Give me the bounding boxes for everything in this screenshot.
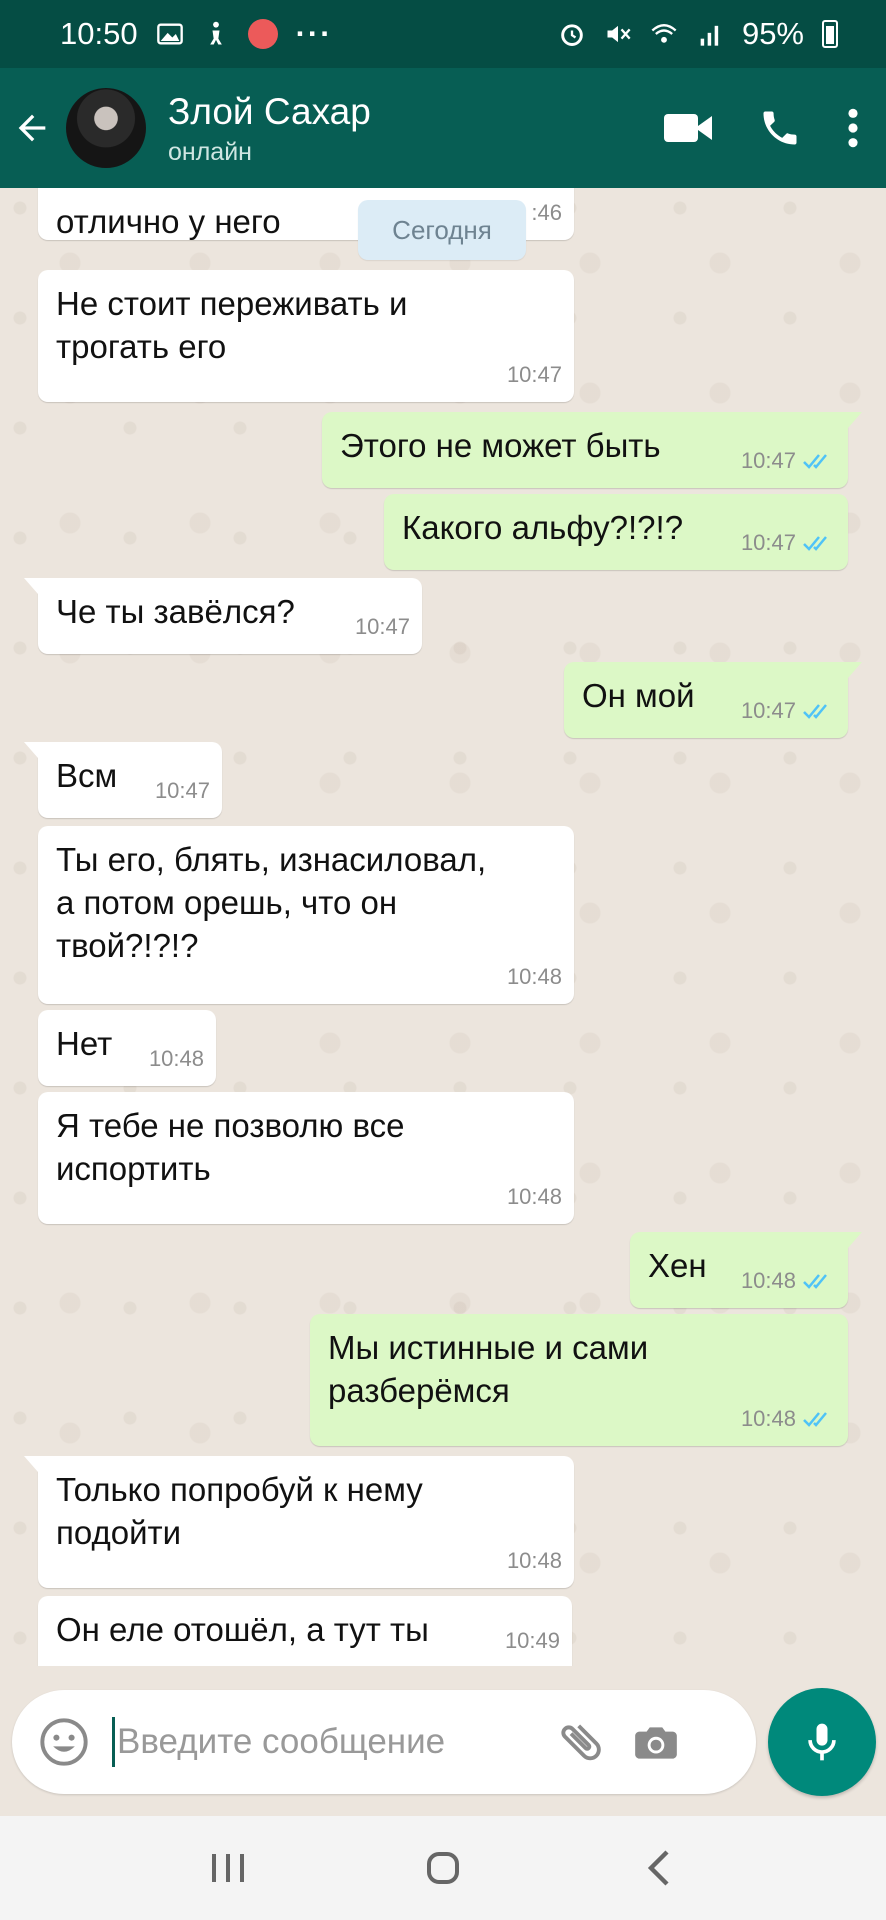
message-time: 10:48 xyxy=(148,1046,204,1071)
home-button[interactable] xyxy=(413,1838,473,1898)
mute-icon xyxy=(607,25,631,43)
message-text: Только попробуй к нему подойти xyxy=(56,1471,423,1551)
message-time: 10:48 xyxy=(740,1406,796,1431)
header-actions xyxy=(662,106,886,150)
gallery-icon xyxy=(156,23,183,45)
alarm-icon xyxy=(561,24,583,46)
battery-icon xyxy=(822,20,838,48)
read-ticks-icon xyxy=(803,1273,827,1289)
message-text: Не стоит переживать и трогать его xyxy=(56,285,408,365)
message-meta: 10:49 xyxy=(505,1619,560,1662)
message-text: Он еле отошёл, а тут ты xyxy=(56,1611,429,1648)
message-bubble[interactable]: Нет 10:48 xyxy=(38,1010,216,1086)
back-button[interactable] xyxy=(0,68,64,188)
message-text: Я тебе не позволю все испортить xyxy=(56,1107,405,1187)
back-nav-button[interactable] xyxy=(628,1838,688,1898)
message-bubble[interactable]: Мы истинные и сами разберёмся 10:48 xyxy=(310,1314,848,1446)
back-chevron-icon xyxy=(648,1850,669,1886)
chat-header: Злой Сахар онлайн xyxy=(0,68,886,188)
more-notifications-icon: ··· xyxy=(295,16,333,51)
more-vert-icon[interactable] xyxy=(846,106,860,150)
contact-status: онлайн xyxy=(168,137,252,166)
chat-area[interactable]: Сегодня отлично у него :46 Не стоит пере… xyxy=(0,188,886,1666)
avatar[interactable] xyxy=(66,88,146,168)
message-input-container[interactable] xyxy=(12,1690,756,1794)
message-bubble[interactable]: Не стоит переживать и трогать его 10:47 xyxy=(38,270,574,402)
mic-button[interactable] xyxy=(768,1688,876,1796)
message-time: 10:47 xyxy=(354,614,410,639)
message-meta: 10:47 xyxy=(741,521,836,564)
message-text: Ты его, блять, изнасиловал, а потом ореш… xyxy=(56,841,487,964)
message-time: 10:48 xyxy=(506,964,562,989)
message-bubble[interactable]: Я тебе не позволю все испортить 10:48 xyxy=(38,1092,574,1224)
battery-percent: 95% xyxy=(741,16,804,51)
home-icon xyxy=(426,1852,459,1884)
status-left: 10:50 ··· xyxy=(60,16,333,52)
date-chip: Сегодня xyxy=(358,200,526,260)
message-bubble[interactable]: Хен 10:48 xyxy=(630,1232,862,1308)
wifi-icon xyxy=(651,24,677,43)
read-ticks-icon xyxy=(803,535,827,551)
message-time: 10:49 xyxy=(504,1628,560,1653)
message-time: 10:47 xyxy=(506,362,562,387)
message-bubble[interactable]: Только попробуй к нему подойти 10:48 xyxy=(24,1456,574,1588)
video-camera-icon[interactable] xyxy=(662,108,714,148)
text-caret xyxy=(112,1717,115,1767)
emoji-icon[interactable] xyxy=(38,1716,90,1768)
message-meta: 10:47 xyxy=(741,439,836,482)
message-time: 10:48 xyxy=(740,1268,796,1293)
message-time: 10:48 xyxy=(506,1548,562,1573)
message-bubble[interactable]: Этого не может быть 10:47 xyxy=(322,412,862,488)
signal-icon xyxy=(700,25,719,46)
contact-info[interactable]: Злой Сахар онлайн xyxy=(168,90,371,167)
message-meta: 10:48 xyxy=(507,955,562,998)
message-input[interactable] xyxy=(117,1722,547,1762)
message-time: 10:47 xyxy=(740,698,796,723)
read-ticks-icon xyxy=(803,1411,827,1427)
message-meta: 10:47 xyxy=(741,689,836,732)
message-meta: 10:48 xyxy=(741,1397,836,1440)
contact-name: Злой Сахар xyxy=(168,90,371,132)
message-bubble[interactable]: Какого альфу?!?!? 10:47 xyxy=(384,494,848,570)
message-meta: 10:47 xyxy=(155,769,210,812)
recents-icon xyxy=(211,1854,244,1882)
message-meta: :46 xyxy=(531,191,562,234)
message-bubble[interactable]: Он еле отошёл, а тут ты 10:49 xyxy=(38,1596,572,1666)
microphone-icon xyxy=(808,1723,836,1761)
message-meta: 10:48 xyxy=(149,1037,204,1080)
message-bubble[interactable]: Он мой 10:47 xyxy=(564,662,862,738)
camera-icon[interactable] xyxy=(631,1717,681,1767)
status-right: 95% xyxy=(558,16,838,52)
message-meta: 10:48 xyxy=(507,1539,562,1582)
status-time: 10:50 xyxy=(60,16,138,51)
composer xyxy=(0,1666,886,1816)
message-bubble[interactable]: Ты его, блять, изнасиловал, а потом ореш… xyxy=(38,826,574,1004)
message-bubble[interactable]: Че ты завёлся? 10:47 xyxy=(24,578,422,654)
message-time: :46 xyxy=(531,200,562,225)
message-time: 10:48 xyxy=(506,1184,562,1209)
screen-record-icon xyxy=(247,19,278,49)
message-time: 10:47 xyxy=(154,778,210,803)
message-time: 10:47 xyxy=(740,448,796,473)
message-meta: 10:48 xyxy=(507,1175,562,1218)
phone-icon[interactable] xyxy=(758,106,802,150)
status-bar: 10:50 ··· 95% xyxy=(0,0,886,68)
system-nav-bar xyxy=(0,1816,886,1920)
recents-button[interactable] xyxy=(198,1838,258,1898)
read-ticks-icon xyxy=(803,453,827,469)
paperclip-icon[interactable] xyxy=(555,1716,607,1768)
message-meta: 10:47 xyxy=(355,605,410,648)
message-bubble[interactable]: Всм 10:47 xyxy=(24,742,222,818)
message-time: 10:47 xyxy=(740,530,796,555)
accessibility-icon xyxy=(209,21,222,45)
message-meta: 10:47 xyxy=(507,353,562,396)
arrow-left-icon xyxy=(18,114,46,142)
read-ticks-icon xyxy=(803,703,827,719)
message-meta: 10:48 xyxy=(741,1259,836,1302)
message-text: Че ты завёлся? xyxy=(56,593,295,630)
